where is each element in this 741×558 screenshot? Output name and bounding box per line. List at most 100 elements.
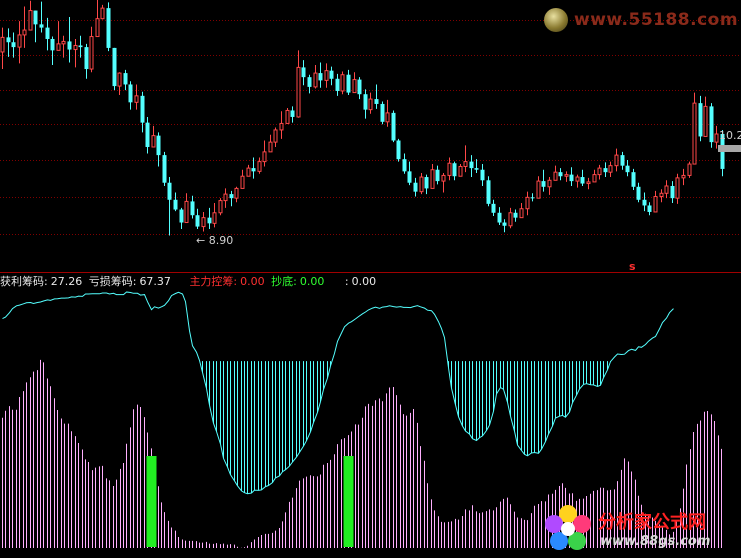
candlestick-series <box>0 0 725 236</box>
candle-43 <box>240 169 245 189</box>
candle-body <box>151 135 156 148</box>
candle-body <box>698 103 703 137</box>
candle-body <box>324 70 329 81</box>
candle-body <box>380 103 385 122</box>
candle-body <box>541 181 546 187</box>
candle-97 <box>541 169 546 192</box>
candle-body <box>45 27 50 39</box>
candle-3 <box>17 21 22 64</box>
candle-58 <box>324 63 329 88</box>
candle-body <box>212 212 217 224</box>
candle-109 <box>608 161 613 178</box>
candle-105 <box>586 177 591 190</box>
candle-body <box>659 192 664 198</box>
candle-1 <box>6 28 11 57</box>
candle-74 <box>413 177 418 197</box>
candle-2 <box>11 32 16 58</box>
candle-101 <box>564 171 569 182</box>
candle-55 <box>307 74 312 94</box>
candle-19 <box>106 2 111 52</box>
candle-body <box>368 98 373 111</box>
candle-73 <box>407 161 412 186</box>
legend-profit-label: 获利筹码: <box>0 275 48 288</box>
candle-body <box>714 133 719 143</box>
candle-body <box>458 165 463 177</box>
candle-body <box>575 176 580 182</box>
candle-51 <box>285 108 290 124</box>
candle-5 <box>28 0 33 31</box>
candle-body <box>145 122 150 147</box>
candle-7 <box>39 1 44 33</box>
candle-body <box>11 42 16 48</box>
candle-body <box>218 200 223 214</box>
candle-body <box>257 161 262 172</box>
candle-14 <box>78 35 83 58</box>
candle-93 <box>519 203 524 219</box>
candle-103 <box>575 174 580 188</box>
candle-76 <box>424 174 429 195</box>
candle-body <box>0 36 5 53</box>
candle-body <box>709 106 714 143</box>
candle-body <box>290 110 295 117</box>
candle-102 <box>569 167 574 186</box>
candle-6 <box>33 10 38 43</box>
candle-36 <box>201 211 206 232</box>
candle-body <box>95 18 100 38</box>
candle-body <box>234 187 239 199</box>
candle-body <box>56 43 61 51</box>
candle-body <box>491 203 496 213</box>
candle-114 <box>636 182 641 203</box>
candle-44 <box>246 164 251 177</box>
candle-body <box>279 122 284 131</box>
watermark-top-text: www.55188.com <box>574 10 739 30</box>
candle-9 <box>50 36 55 65</box>
candle-body <box>128 84 133 103</box>
candle-24 <box>134 84 139 110</box>
legend-bottom-value: 0.00 <box>299 275 325 288</box>
candle-39 <box>218 198 223 216</box>
candle-body <box>89 36 94 70</box>
candle-118 <box>659 189 664 203</box>
candle-body <box>463 161 468 167</box>
candle-body <box>78 45 83 48</box>
candle-body <box>301 67 306 78</box>
candle-92 <box>513 209 518 222</box>
candle-body <box>313 72 318 88</box>
candle-90 <box>502 219 507 233</box>
candle-body <box>670 185 675 199</box>
candle-body <box>100 7 105 20</box>
candle-112 <box>625 159 630 177</box>
candle-108 <box>603 162 608 178</box>
legend-extra-label: : <box>344 275 349 288</box>
candle-body <box>179 209 184 223</box>
candle-body <box>391 112 396 141</box>
candle-body <box>586 181 591 185</box>
candle-body <box>50 38 55 51</box>
legend-loss-value: 67.37 <box>139 275 171 288</box>
candle-72 <box>402 153 407 174</box>
candle-17 <box>95 0 100 38</box>
candle-96 <box>536 176 541 199</box>
candle-113 <box>631 168 636 191</box>
legend-profit-value: 27.26 <box>50 275 83 288</box>
candle-body <box>642 199 647 206</box>
candle-98 <box>547 177 552 195</box>
candle-10 <box>56 21 61 51</box>
candle-84 <box>469 155 474 178</box>
candle-111 <box>620 151 625 170</box>
candle-34 <box>190 195 195 219</box>
candle-body <box>597 167 602 176</box>
candle-body <box>251 168 256 172</box>
candle-body <box>536 180 541 199</box>
candle-body <box>580 177 585 184</box>
candle-body <box>636 186 641 200</box>
watermark-top: www.55188.com <box>540 6 739 34</box>
candle-107 <box>597 164 602 180</box>
candle-82 <box>458 164 463 177</box>
candle-16 <box>89 26 94 73</box>
candle-52 <box>290 106 295 123</box>
candle-65 <box>363 89 368 119</box>
signal-s-marker: s <box>629 260 636 273</box>
candle-81 <box>452 161 457 181</box>
candle-body <box>620 155 625 166</box>
